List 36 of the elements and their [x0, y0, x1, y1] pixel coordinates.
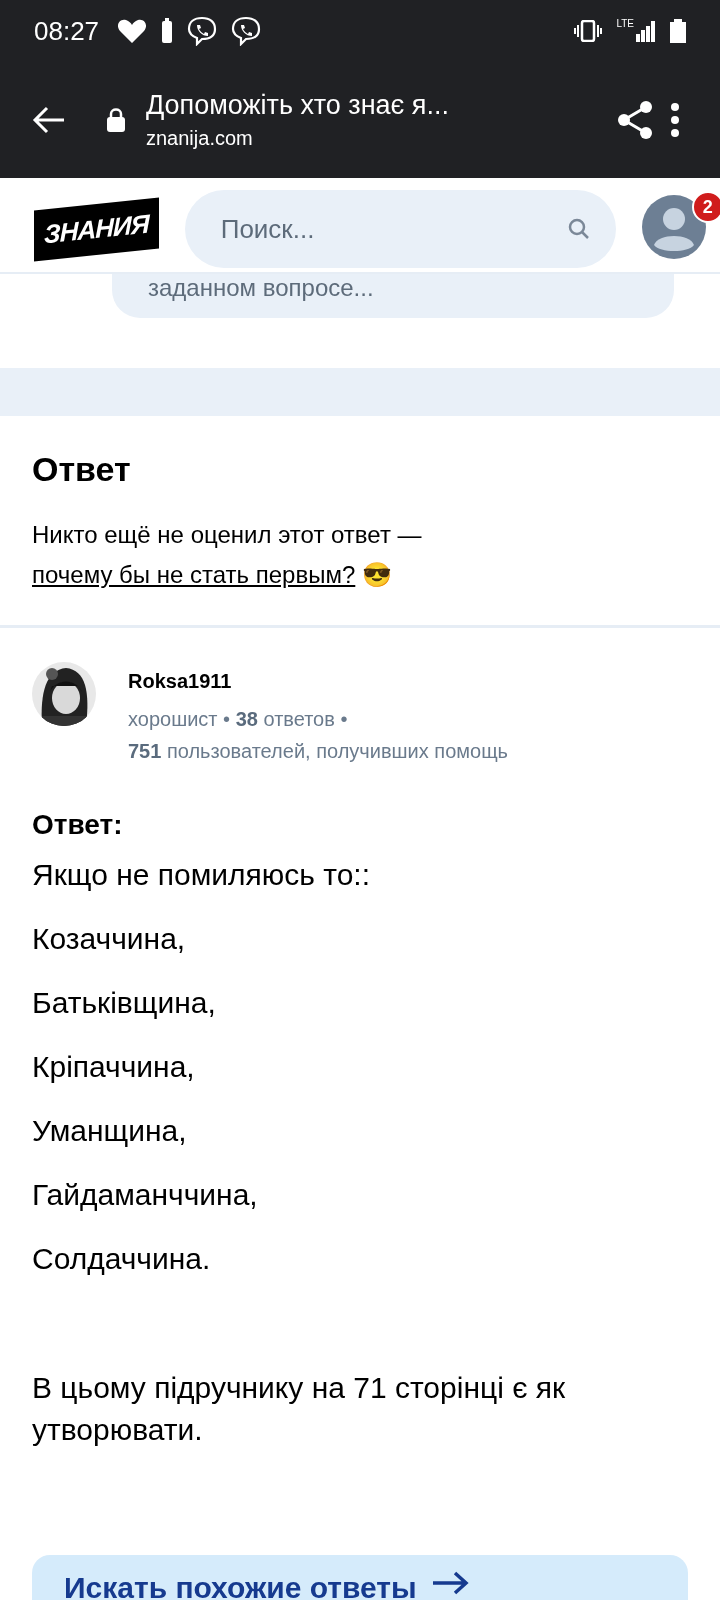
search-icon[interactable] [567, 218, 590, 240]
section-title: Ответ [32, 450, 132, 489]
answer-line: Уманщина, [32, 1113, 188, 1149]
back-arrow-icon[interactable] [32, 106, 66, 134]
answer-line: Солдаччина. [32, 1241, 212, 1277]
rate-link[interactable]: почему бы не стать первым? [32, 561, 356, 588]
share-icon[interactable] [616, 100, 654, 140]
clock: 08:27 [34, 15, 100, 47]
arrow-right-icon [430, 1571, 469, 1595]
phone-bubble-icon [187, 16, 218, 46]
heart-icon [117, 18, 148, 44]
rating-prompt: Никто ещё не оценил этот ответ — почему бы не стать первым? 😎 [32, 520, 423, 590]
notification-badge: 2 [691, 191, 720, 223]
answer-line: Гайдаманччина, [32, 1177, 259, 1213]
url-text: znanija.com [146, 127, 254, 150]
page-title: Допоможіть хто знає я... [146, 90, 450, 121]
answer-heading: Ответ: [32, 809, 124, 841]
vibrate-icon [574, 20, 603, 42]
author-stats: хорошист • 38 ответов • 751 пользователей, получивших помощь [128, 707, 509, 764]
network-label: LTE [616, 18, 634, 29]
answer-line: Батьківщина, [32, 985, 217, 1021]
logo[interactable]: ЗНАНИЯ [34, 196, 159, 262]
search-field[interactable]: Поиск... [184, 190, 616, 268]
answer-line: Козаччина, [32, 921, 187, 957]
author-name[interactable]: Roksa1911 [128, 670, 509, 693]
answer-line: Кріпаччина, [32, 1049, 196, 1085]
phone-bubble-icon [231, 16, 262, 46]
comment-field[interactable]: заданном вопросе... [112, 274, 674, 318]
menu-icon[interactable] [670, 102, 680, 138]
similar-answers-button[interactable]: Искать похожие ответы [32, 1555, 688, 1600]
answer-note: В цьому підручнику на 71 сторінці є як утворювати. [32, 1370, 567, 1448]
battery-icon [670, 19, 686, 43]
signal-icon [636, 20, 656, 42]
answer-line: Якщо не помиляюсь то:: [32, 857, 372, 893]
lock-icon [106, 107, 126, 133]
battery-icon [161, 18, 174, 44]
